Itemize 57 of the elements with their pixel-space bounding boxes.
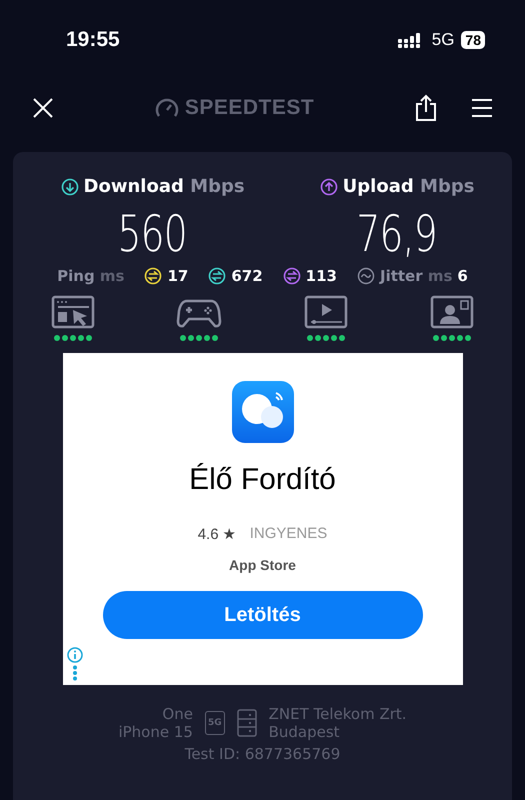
rating-dot	[314, 335, 321, 341]
battery-level: 78	[461, 31, 485, 49]
result-label: Download Mbps	[84, 176, 245, 197]
store-name: App Store	[229, 557, 296, 573]
rating-dot	[465, 335, 472, 341]
rating-dot	[86, 335, 92, 341]
gauge-icon	[154, 98, 179, 118]
video-call-icon	[429, 295, 476, 329]
rating-dot	[70, 335, 76, 341]
app-icon	[232, 381, 294, 443]
ping-value: 113	[306, 267, 337, 285]
carrier-name: One	[161, 705, 193, 723]
wave-icon	[356, 267, 375, 285]
speed-value: 560	[118, 205, 188, 263]
rating-dot	[441, 335, 448, 341]
speed-value: 76,9	[356, 205, 438, 263]
rating-dot	[62, 335, 68, 341]
logo-text: SPEEDTEST	[184, 96, 314, 120]
jitter-value: 6	[457, 267, 468, 285]
rating-dot	[78, 335, 84, 341]
server-icon	[236, 709, 257, 737]
result-label: Upload Mbps	[342, 176, 474, 197]
rating-dot	[306, 335, 313, 341]
rating-dot	[457, 335, 464, 341]
video-player-icon	[302, 295, 349, 329]
ping-value: 672	[231, 267, 263, 285]
rating-dot	[54, 335, 60, 341]
rating-dot	[212, 335, 218, 341]
rating-dot	[196, 335, 202, 341]
browser-icon	[50, 295, 96, 329]
rating-dot	[433, 335, 440, 341]
app-title: Élő Fordító	[189, 463, 336, 497]
app-price: INGYENES	[250, 525, 328, 543]
provider-name: ZNET Telekom Zrt.	[268, 705, 407, 723]
test-id: Test ID: 6877365769	[184, 745, 340, 763]
app-rating: 4.6 ★	[198, 525, 236, 543]
jitter-label: Jitter ms	[380, 267, 452, 285]
more-icon[interactable]	[72, 665, 78, 681]
rating-dot	[180, 335, 186, 341]
status-time: 19:55	[66, 28, 120, 52]
rating-dot	[330, 335, 337, 341]
menu-icon[interactable]	[471, 98, 493, 118]
info-icon[interactable]	[66, 647, 82, 663]
rating-dot	[188, 335, 194, 341]
rating-dot	[449, 335, 456, 341]
rating-dot	[204, 335, 210, 341]
network-label: 5G	[432, 30, 454, 50]
close-icon[interactable]	[32, 97, 54, 119]
device-name: iPhone 15	[118, 723, 193, 741]
ping-label: Ping ms	[57, 267, 124, 285]
rating-dot	[322, 335, 329, 341]
ping-value: 17	[167, 267, 188, 285]
download-button[interactable]: Letöltés	[102, 591, 422, 639]
rating-dot	[338, 335, 345, 341]
server-city: Budapest	[268, 723, 341, 741]
share-icon[interactable]	[415, 94, 437, 122]
network-badge: 5G	[204, 711, 225, 735]
